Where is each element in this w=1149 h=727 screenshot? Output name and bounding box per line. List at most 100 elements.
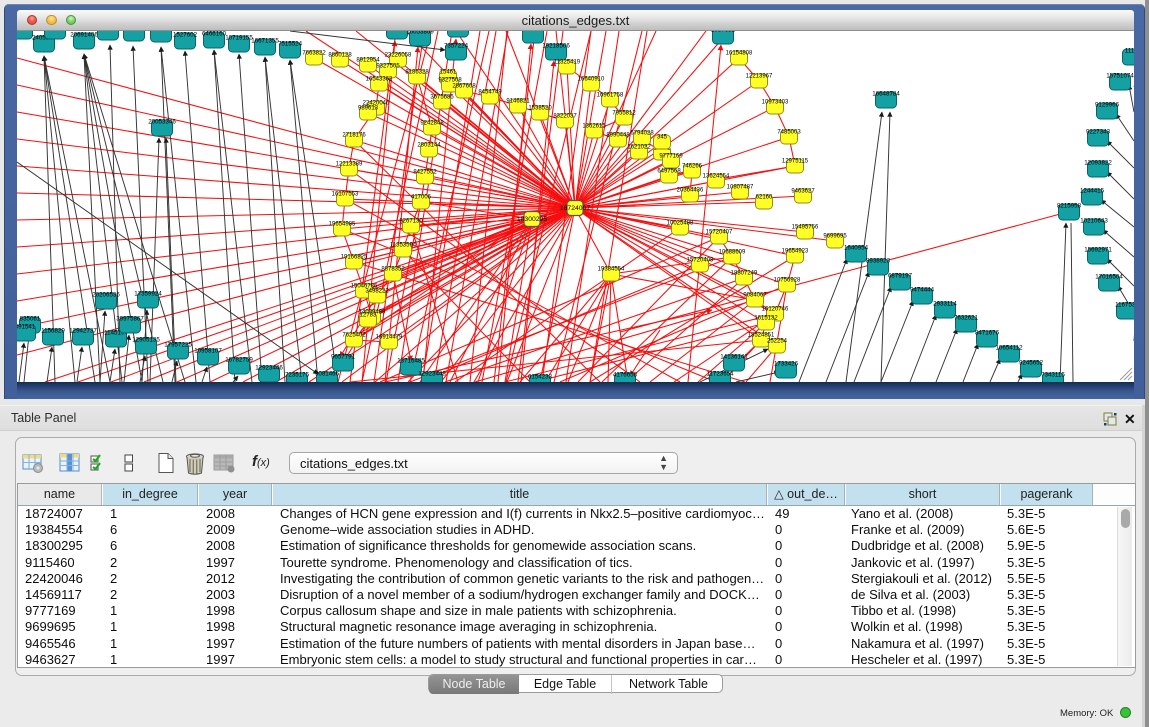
svg-text:9242848: 9242848 [420, 121, 444, 127]
svg-text:8813054: 8813054 [521, 31, 546, 33]
svg-text:10756928: 10756928 [774, 278, 801, 284]
svg-text:746266: 746266 [682, 164, 703, 170]
svg-text:16648784: 16648784 [872, 91, 900, 98]
svg-text:2867608: 2867608 [452, 84, 476, 90]
svg-text:19384554: 19384554 [598, 267, 625, 273]
svg-text:10973403: 10973403 [762, 100, 789, 106]
svg-text:39975867: 39975867 [116, 316, 144, 323]
svg-text:417006: 417006 [411, 195, 432, 201]
svg-text:7485003: 7485003 [777, 130, 801, 136]
svg-text:8878352: 8878352 [381, 267, 405, 273]
svg-text:7343115: 7343115 [1041, 372, 1065, 379]
svg-text:16107553: 16107553 [332, 192, 359, 198]
svg-text:7357224: 7357224 [444, 43, 469, 50]
svg-text:19654985: 19654985 [329, 222, 356, 228]
svg-text:7235175: 7235175 [285, 372, 310, 379]
svg-text:1156829: 1156829 [41, 328, 65, 335]
svg-text:16640910: 16640910 [578, 77, 605, 83]
svg-text:9777169: 9777169 [659, 154, 683, 160]
svg-text:12213967: 12213967 [746, 74, 773, 80]
svg-text:8427552: 8427552 [413, 170, 437, 176]
svg-text:19166825: 19166825 [341, 255, 368, 261]
svg-text:16782759: 16782759 [225, 357, 253, 364]
svg-text:2803144: 2803144 [417, 143, 441, 149]
svg-text:12923446: 12923446 [255, 365, 283, 372]
svg-text:1615132: 1615132 [754, 316, 778, 322]
svg-text:8471676: 8471676 [975, 330, 1000, 337]
svg-text:16120746: 16120746 [762, 307, 789, 313]
svg-text:1527602: 1527602 [173, 32, 198, 39]
svg-text:20364436: 20364436 [677, 188, 704, 194]
svg-text:13716485: 13716485 [397, 358, 425, 365]
svg-text:252254: 252254 [767, 339, 788, 345]
svg-text:10653257: 10653257 [147, 31, 175, 32]
svg-text:20053346: 20053346 [148, 119, 176, 126]
svg-text:11325419: 11325419 [554, 60, 581, 66]
svg-text:391541: 391541 [17, 324, 36, 331]
svg-text:9227343: 9227343 [1086, 129, 1111, 136]
svg-text:6794028: 6794028 [630, 131, 654, 137]
svg-text:10053809: 10053809 [406, 31, 434, 36]
svg-text:9699695: 9699695 [823, 234, 847, 240]
svg-text:10688609: 10688609 [719, 250, 746, 256]
svg-text:8938923: 8938923 [866, 258, 891, 265]
svg-text:18300295: 18300295 [517, 216, 547, 223]
svg-text:18724007: 18724007 [560, 205, 590, 212]
svg-text:10807487: 10807487 [727, 185, 754, 191]
svg-text:8990448: 8990448 [606, 133, 630, 139]
svg-text:8322037: 8322037 [553, 114, 577, 120]
svg-text:10654112: 10654112 [995, 345, 1023, 352]
svg-text:2718176: 2718176 [342, 133, 366, 139]
svg-text:7663822: 7663822 [302, 51, 326, 57]
svg-text:11723654: 11723654 [706, 371, 734, 378]
svg-text:8860128: 8860128 [328, 53, 352, 59]
svg-text:11353594: 11353594 [390, 243, 417, 249]
svg-text:1538520: 1538520 [528, 106, 552, 112]
svg-text:12923448: 12923448 [418, 371, 446, 378]
svg-text:8267130: 8267130 [399, 219, 423, 225]
svg-text:16154808: 16154808 [726, 51, 753, 57]
svg-text:989613: 989613 [358, 106, 379, 112]
svg-text:16914479: 16914479 [376, 335, 403, 341]
svg-text:1640954: 1640954 [844, 245, 869, 252]
svg-text:9657791: 9657791 [331, 354, 356, 361]
svg-text:15751074: 15751074 [1106, 73, 1134, 80]
svg-text:8215958: 8215958 [1057, 203, 1082, 210]
svg-text:18807249: 18807249 [731, 271, 758, 277]
svg-text:10025488: 10025488 [667, 221, 694, 227]
svg-text:835061: 835061 [20, 316, 41, 323]
svg-text:1733426: 1733426 [774, 361, 799, 368]
svg-text:9129966: 9129966 [1095, 102, 1120, 109]
svg-text:10210643: 10210643 [1080, 218, 1108, 225]
svg-text:1167531: 1167531 [1115, 302, 1134, 309]
svg-text:9081466: 9081466 [315, 371, 340, 378]
svg-text:15720407: 15720407 [706, 230, 733, 236]
svg-text:9084067: 9084067 [743, 293, 767, 299]
svg-text:8186328: 8186328 [405, 70, 429, 76]
svg-text:16961758: 16961758 [597, 93, 624, 99]
svg-text:12942737: 12942737 [69, 328, 97, 335]
svg-text:23226058: 23226058 [385, 53, 412, 59]
svg-text:12093822: 12093822 [1084, 160, 1112, 167]
svg-text:9146821: 9146821 [506, 99, 530, 105]
svg-text:12905135: 12905135 [132, 337, 160, 344]
svg-text:17016504: 17016504 [1095, 274, 1123, 281]
svg-text:6154233: 6154233 [528, 374, 553, 381]
svg-text:19218506: 19218506 [542, 43, 570, 50]
svg-text:7625402: 7625402 [342, 333, 366, 339]
svg-text:19654923: 19654923 [782, 249, 809, 255]
svg-text:9327505: 9327505 [376, 64, 400, 70]
svg-text:345: 345 [657, 135, 668, 141]
svg-text:6879197: 6879197 [888, 273, 913, 280]
svg-text:9474444: 9474444 [910, 287, 935, 294]
svg-text:8454749: 8454749 [478, 90, 502, 96]
svg-text:3498222: 3498222 [365, 289, 389, 295]
svg-text:14136141: 14136141 [720, 354, 748, 361]
svg-text:17359924: 17359924 [134, 291, 162, 298]
svg-text:7632621: 7632621 [954, 315, 979, 322]
svg-text:11123: 11123 [1125, 48, 1134, 55]
svg-text:12975115: 12975115 [782, 159, 809, 165]
svg-text:20206536: 20206536 [92, 292, 120, 299]
svg-text:10958107: 10958107 [194, 348, 222, 355]
svg-text:7515524: 7515524 [278, 41, 303, 48]
